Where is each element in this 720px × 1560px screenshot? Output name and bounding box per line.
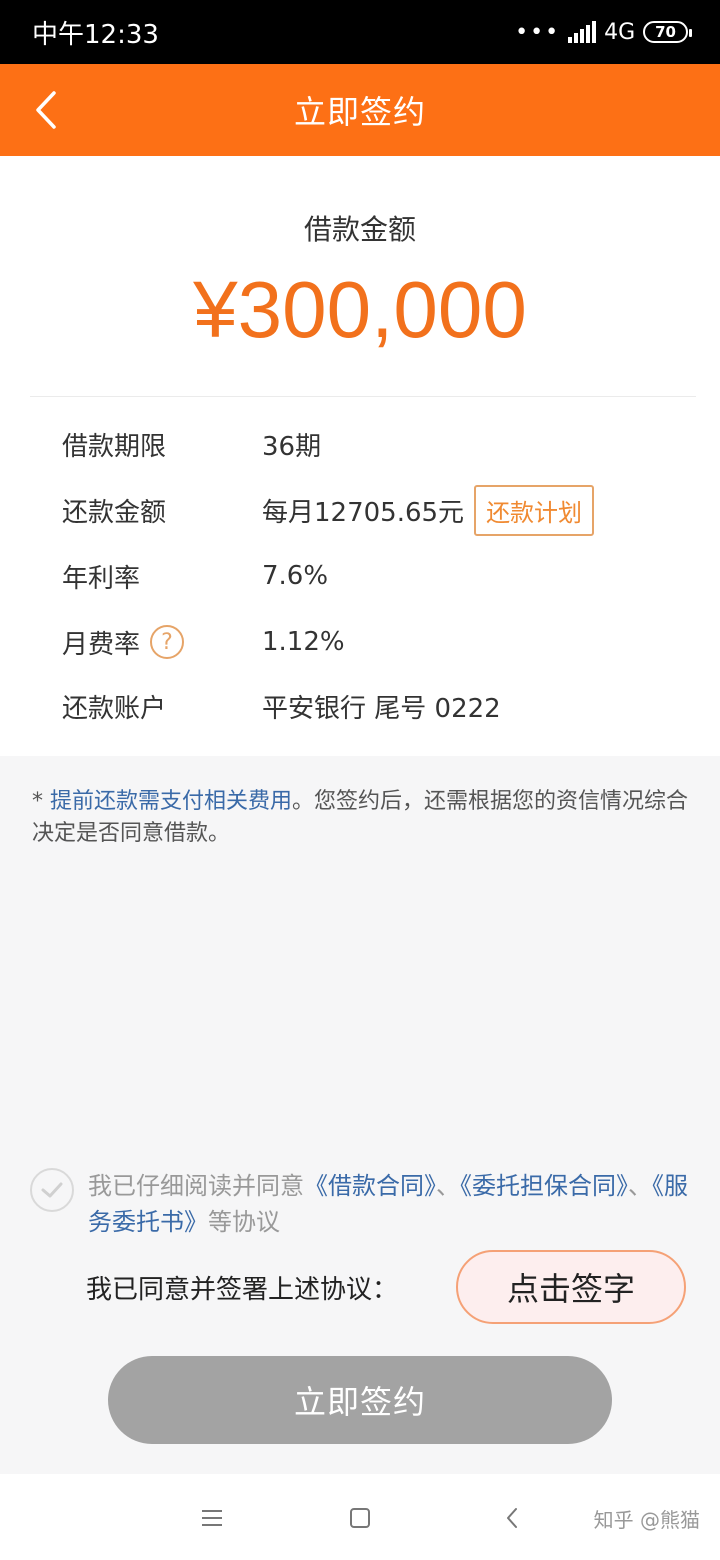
agreement-text: 我已仔细阅读并同意《借款合同》、《委托担保合同》、《服务委托书》等协议 <box>88 1168 700 1240</box>
help-icon[interactable]: ? <box>150 625 185 659</box>
annual-rate-row: 年利率 7.6% <box>62 556 328 596</box>
submit-button[interactable]: 立即签约 <box>108 1356 612 1444</box>
network-type: 4G <box>604 19 636 45</box>
monthly-fee-row: 月费率 ? 1.12% <box>62 622 345 662</box>
nav-bar: 立即签约 <box>0 64 720 156</box>
prepayment-fee-link[interactable]: 提前还款需支付相关费用 <box>50 789 292 814</box>
divider <box>30 396 696 397</box>
agreement-suffix: 等协议 <box>208 1208 280 1236</box>
account-label: 还款账户 <box>62 693 167 724</box>
amount-value: ¥300,000 <box>193 265 527 354</box>
check-icon <box>41 1182 63 1198</box>
term-row: 借款期限 36期 <box>62 424 321 464</box>
signal-icon <box>568 21 597 43</box>
amount-label: 借款金额 <box>303 213 416 246</box>
menu-icon <box>202 1510 222 1526</box>
more-dots-icon: ••• <box>515 19 561 45</box>
sign-row: 我已同意并签署上述协议： 点击签字 <box>86 1250 686 1324</box>
agreement-sep1: 、 <box>436 1172 460 1200</box>
system-back-button[interactable] <box>494 1500 530 1536</box>
menu-button[interactable] <box>194 1500 230 1536</box>
chevron-left-icon <box>36 91 56 129</box>
agree-checkbox[interactable] <box>30 1168 74 1212</box>
status-icons: ••• 4G 70 <box>515 19 692 45</box>
status-bar: 中午12:33 ••• 4G 70 <box>0 0 720 64</box>
guarantee-contract-link[interactable]: 《委托担保合同》 <box>460 1172 628 1200</box>
monthly-fee-label-group: 月费率 ? <box>62 624 262 661</box>
monthly-fee-label: 月费率 <box>62 629 141 660</box>
account-value: 平安银行 尾号 0222 <box>262 693 501 724</box>
back-button[interactable] <box>24 86 68 134</box>
monthly-fee-value: 1.12% <box>262 627 345 657</box>
repay-value-group: 每月12705.65元 还款计划 <box>262 484 595 536</box>
repay-value: 每月12705.65元 <box>262 497 465 528</box>
loan-card: 借款金额 ¥300,000 借款期限 36期 还款金额 每月12705.65元 … <box>0 156 720 756</box>
battery-icon: 70 <box>643 21 692 43</box>
annual-rate-label: 年利率 <box>62 563 141 594</box>
watermark: 知乎 @熊猫 <box>593 1508 700 1532</box>
home-button[interactable] <box>342 1500 378 1536</box>
repay-row: 还款金额 每月12705.65元 还款计划 <box>62 484 595 536</box>
back-arrow-icon <box>507 1508 517 1528</box>
annual-rate-value: 7.6% <box>262 561 329 591</box>
term-value: 36期 <box>262 431 322 462</box>
sign-button[interactable]: 点击签字 <box>456 1250 686 1324</box>
agreement-row: 我已仔细阅读并同意《借款合同》、《委托担保合同》、《服务委托书》等协议 <box>30 1168 700 1240</box>
repay-plan-button[interactable]: 还款计划 <box>474 484 595 536</box>
page-title: 立即签约 <box>293 93 426 131</box>
notice-prefix: * <box>32 789 50 814</box>
status-time: 中午12:33 <box>32 19 159 50</box>
home-square-icon <box>350 1508 370 1528</box>
agreement-prefix: 我已仔细阅读并同意 <box>88 1172 304 1200</box>
loan-contract-link[interactable]: 《借款合同》 <box>304 1172 436 1200</box>
sign-label: 我已同意并签署上述协议： <box>86 1274 399 1305</box>
notice-text: * 提前还款需支付相关费用。您签约后，还需根据您的资信情况综合决定是否同意借款。 <box>32 786 692 850</box>
agreement-sep2: 、 <box>628 1172 652 1200</box>
repay-label: 还款金额 <box>62 497 167 528</box>
system-nav-bar: 知乎 @熊猫 <box>0 1474 720 1560</box>
account-row: 还款账户 平安银行 尾号 0222 <box>62 686 501 726</box>
term-label: 借款期限 <box>62 431 167 462</box>
